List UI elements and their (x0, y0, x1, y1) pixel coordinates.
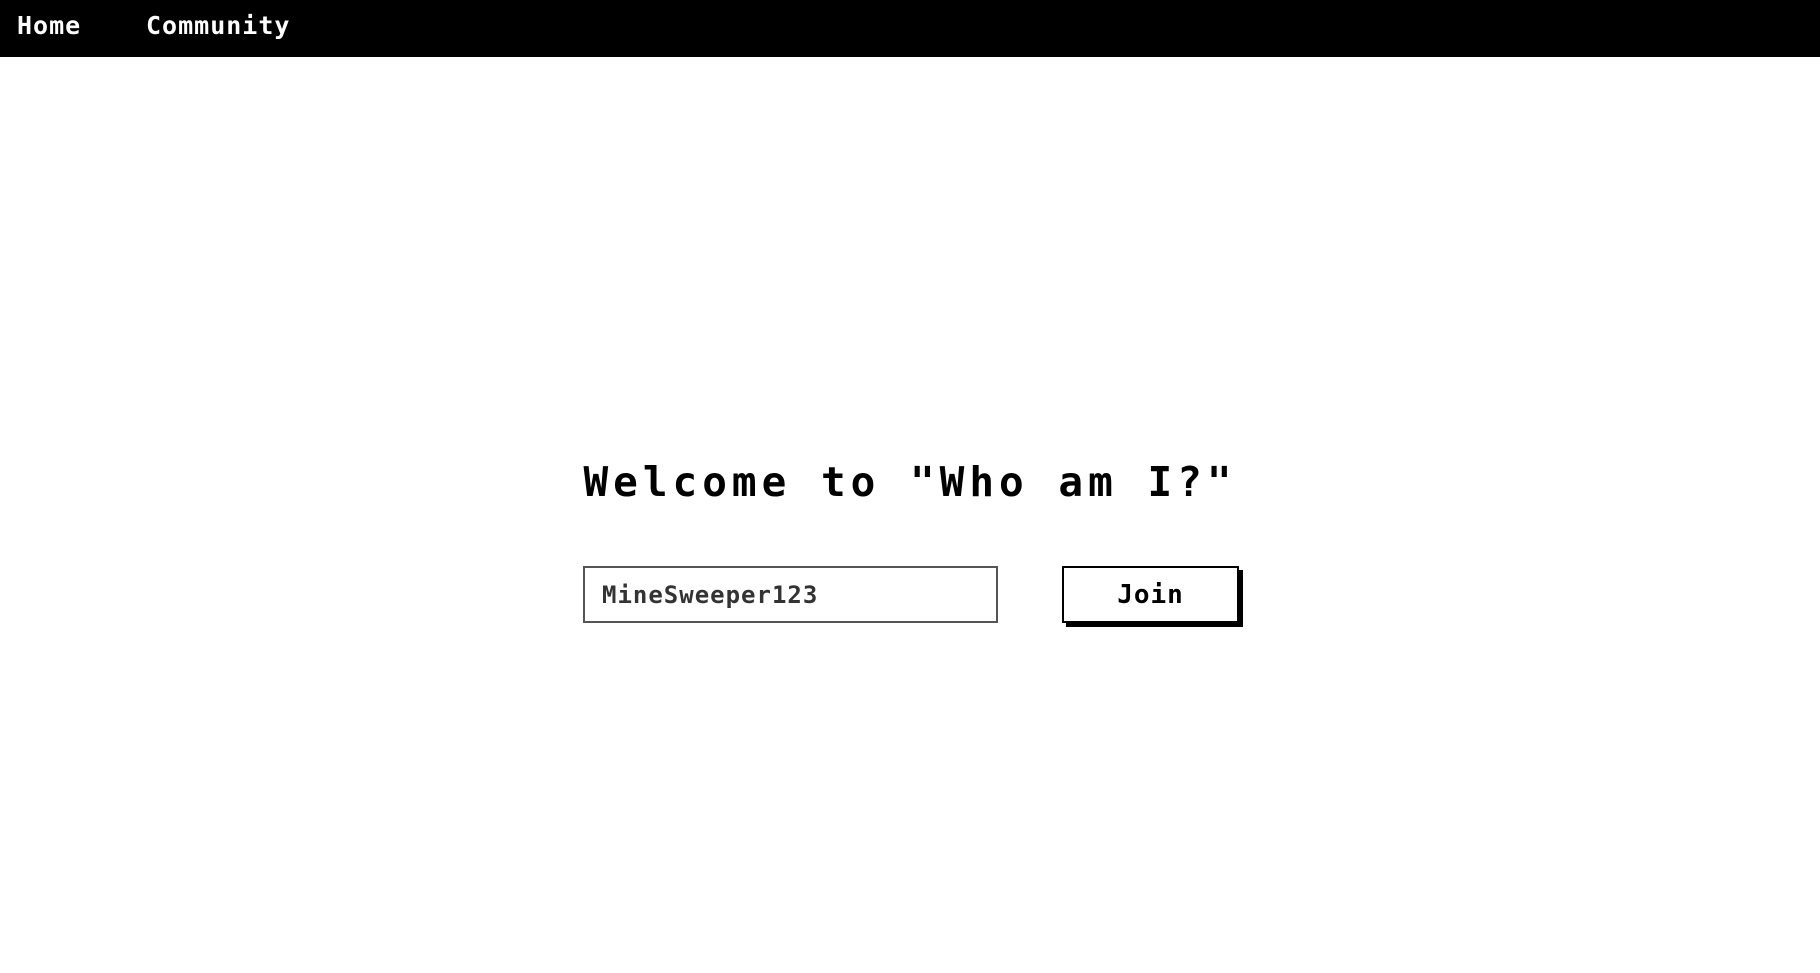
nav-community-link[interactable]: Community (146, 13, 290, 38)
join-button[interactable]: Join (1062, 566, 1239, 623)
top-navbar: Home Community (0, 0, 1820, 57)
page-title: Welcome to "Who am I?" (583, 458, 1237, 506)
nav-home-link[interactable]: Home (17, 13, 81, 38)
username-input[interactable] (583, 566, 998, 623)
